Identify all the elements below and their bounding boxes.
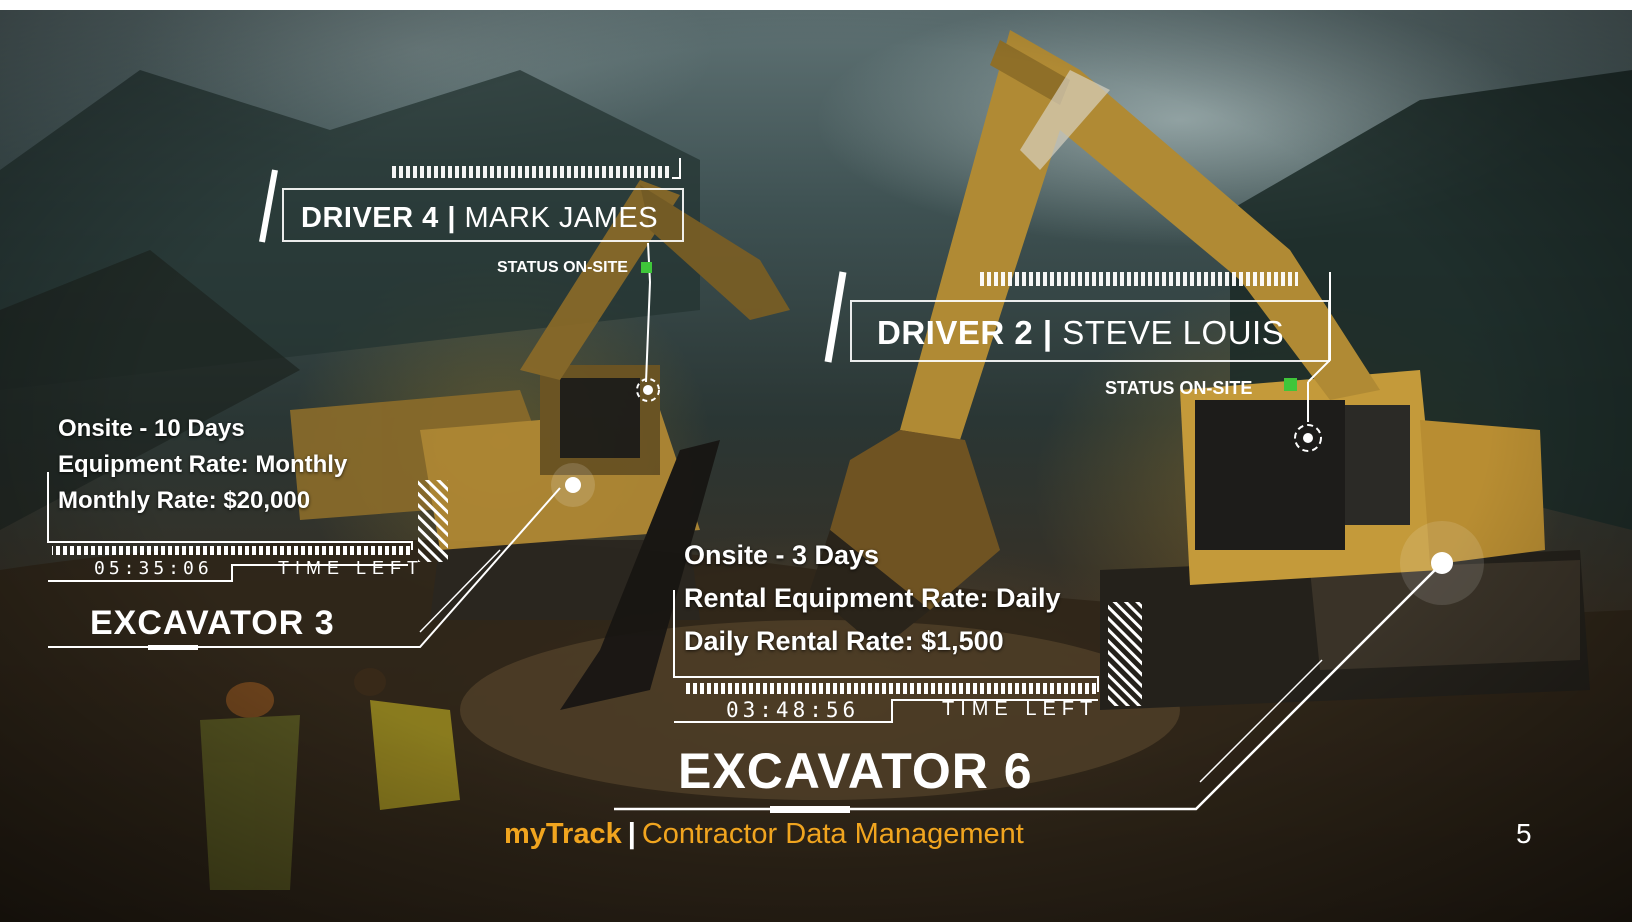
- excavator-3-onsite: Onsite - 10 Days: [58, 415, 245, 442]
- excavator-3-timer: 05:35:06: [94, 558, 213, 579]
- driver-2-label: DRIVER 2 | STEVE LOUIS: [877, 314, 1284, 352]
- driver-separator: |: [447, 202, 456, 234]
- driver-2-status: STATUS ON-SITE: [1105, 378, 1253, 398]
- driver-separator: |: [1042, 314, 1053, 351]
- driver-4-status-indicator: [641, 262, 652, 273]
- excavator-6-timer: 03:48:56: [726, 698, 860, 722]
- driver-name: MARK JAMES: [464, 202, 659, 234]
- driver-number: DRIVER 4: [301, 202, 439, 234]
- excavator-6-rate: Daily Rental Rate: $1,500: [684, 626, 1004, 656]
- slide: DRIVER 4 | MARK JAMES STATUS ON-SITE DRI…: [0, 10, 1632, 922]
- excavator-6-title: EXCAVATOR 6: [678, 743, 1033, 799]
- driver-number: DRIVER 2: [877, 314, 1034, 351]
- driver-name: STEVE LOUIS: [1062, 314, 1285, 351]
- driver-4-status: STATUS ON-SITE: [497, 259, 628, 276]
- excavator-6-time-left-label: TIME LEFT: [942, 698, 1099, 720]
- excavator-3-time-left-label: TIME LEFT: [278, 558, 425, 578]
- excavator-6-rate-type: Rental Equipment Rate: Daily: [684, 583, 1061, 613]
- brand-name: myTrack: [504, 818, 622, 850]
- footer-branding: myTrack | Contractor Data Management: [504, 818, 1024, 851]
- brand-separator: |: [627, 818, 636, 850]
- excavator-3-title: EXCAVATOR 3: [90, 604, 335, 642]
- excavator-6-onsite: Onsite - 3 Days: [684, 540, 880, 570]
- driver-4-label: DRIVER 4 | MARK JAMES: [301, 202, 658, 235]
- page-number: 5: [1516, 818, 1532, 849]
- excavator-3-rate-type: Equipment Rate: Monthly: [58, 451, 348, 478]
- brand-subtitle: Contractor Data Management: [641, 818, 1024, 850]
- driver-2-status-indicator: [1284, 378, 1297, 391]
- excavator-3-rate: Monthly Rate: $20,000: [58, 487, 311, 514]
